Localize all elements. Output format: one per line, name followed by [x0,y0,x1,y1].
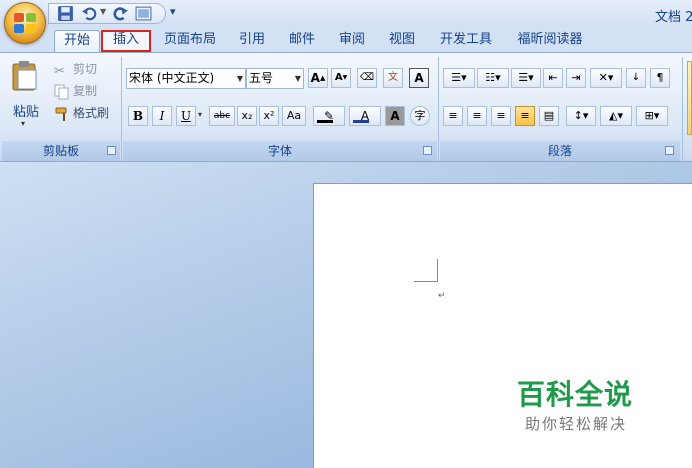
document-page[interactable]: ↵ [313,183,692,468]
margin-corner-mark [437,259,438,282]
font-color-button[interactable]: A [349,106,381,126]
char-shading-icon[interactable]: A [385,106,405,126]
superscript-button[interactable]: x² [259,106,279,126]
undo-icon[interactable] [81,5,98,22]
watermark-subtitle: 助你轻松解决 [525,415,628,433]
paste-icon [12,61,37,91]
title-bar: ▼ ▾ 文档 2 [0,0,692,27]
decrease-indent-icon[interactable]: ⇤ [543,68,563,88]
format-painter-icon [55,107,67,121]
shrink-font-button[interactable]: A▼ [331,68,351,88]
office-logo-icon [14,13,37,34]
strikethrough-button[interactable]: abc [209,106,235,126]
tab-home[interactable]: 开始 [54,30,100,52]
color-swatch [317,120,333,123]
tab-review[interactable]: 审阅 [330,30,374,52]
bullets-icon[interactable]: ☰▾ [443,68,475,88]
underline-button[interactable]: U [176,106,196,126]
paste-button[interactable]: 粘贴 ▾ [6,57,46,137]
format-painter-button[interactable]: 格式刷 [54,103,109,123]
font-group-label: 字体 [123,141,437,161]
copy-icon [54,84,69,99]
grow-font-button[interactable]: A▲ [308,68,328,88]
quick-access-toolbar: ▼ [48,3,166,24]
italic-button[interactable]: I [152,106,172,126]
paste-dropdown-icon: ▾ [21,119,26,128]
tab-page-layout[interactable]: 页面布局 [156,30,224,52]
shading-icon[interactable]: ◭▾ [600,106,632,126]
scissors-icon: ✂ [54,63,65,79]
paragraph-group-label: 段落 [440,141,680,161]
tab-insert[interactable]: 插入 [101,30,151,52]
paragraph-launcher-icon[interactable] [665,146,674,155]
margin-corner-mark [414,281,438,282]
phonetic-guide-icon[interactable]: 文 [383,68,403,88]
chevron-down-icon: ▼ [294,74,301,83]
color-swatch [353,120,369,123]
underline-dropdown-icon[interactable]: ▾ [198,110,202,119]
paste-label: 粘贴 [13,105,40,120]
office-button[interactable] [4,2,46,44]
char-border-icon[interactable]: A [409,68,429,88]
watermark-title: 百科全说 [517,378,634,411]
font-size-select[interactable]: 五号 ▼ [246,68,304,89]
clipboard-group-label: 剪贴板 [2,141,120,161]
tab-foxit-reader[interactable]: 福昕阅读器 [506,30,594,52]
styles-gallery[interactable] [687,61,692,135]
show-marks-icon[interactable]: ¶ [650,68,670,88]
save-icon[interactable] [57,5,74,22]
bold-button[interactable]: B [128,106,148,126]
copy-button[interactable]: 复制 [54,81,97,101]
font-name-select[interactable]: 宋体 (中文正文) ▼ [126,68,246,89]
clipboard-launcher-icon[interactable] [107,146,116,155]
chevron-down-icon: ▼ [236,74,243,83]
divider [682,57,683,161]
tab-mailings[interactable]: 邮件 [280,30,324,52]
font-launcher-icon[interactable] [423,146,432,155]
numbering-icon[interactable]: ☷▾ [477,68,509,88]
chinese-layout-icon[interactable]: ✕▾ [590,68,622,88]
print-preview-icon[interactable] [135,5,152,22]
clear-format-icon[interactable]: ⌫ [357,68,377,88]
line-spacing-icon[interactable]: ↕▾ [566,106,596,126]
redo-icon[interactable] [112,5,129,22]
distributed-icon[interactable]: ▤ [539,106,559,126]
window-title: 文档 2 [655,10,692,25]
tab-view[interactable]: 视图 [380,30,424,52]
align-right-icon[interactable]: ≡ [491,106,511,126]
borders-icon[interactable]: ⊞▾ [636,106,668,126]
tab-references[interactable]: 引用 [230,30,274,52]
sort-icon[interactable]: ↓ [626,68,646,88]
change-case-button[interactable]: Aa [282,106,306,126]
justify-icon[interactable]: ≡ [515,106,535,126]
align-left-icon[interactable]: ≡ [443,106,463,126]
cut-button[interactable]: ✂ 剪切 [54,59,97,79]
paragraph-mark-icon: ↵ [438,291,446,301]
ribbon-tab-row: 开始 插入 页面布局 引用 邮件 审阅 视图 开发工具 福昕阅读器 [0,27,692,52]
align-center-icon[interactable]: ≡ [467,106,487,126]
customize-qat-icon[interactable]: ▾ [170,5,176,18]
undo-dropdown-icon[interactable]: ▼ [100,7,106,16]
ribbon: 粘贴 ▾ ✂ 剪切 复制 格式刷 剪贴板 宋体 (中文正文) ▼ 五号 ▼ A▲ A▼… [0,52,692,162]
tab-developer[interactable]: 开发工具 [430,30,502,52]
subscript-button[interactable]: x₂ [237,106,257,126]
increase-indent-icon[interactable]: ⇥ [566,68,586,88]
divider [438,57,439,161]
divider [121,57,122,161]
highlight-color-button[interactable]: ✎ [313,106,345,126]
enclose-char-icon[interactable]: 字 [410,106,430,126]
multilevel-list-icon[interactable]: ☰▾ [511,68,541,88]
